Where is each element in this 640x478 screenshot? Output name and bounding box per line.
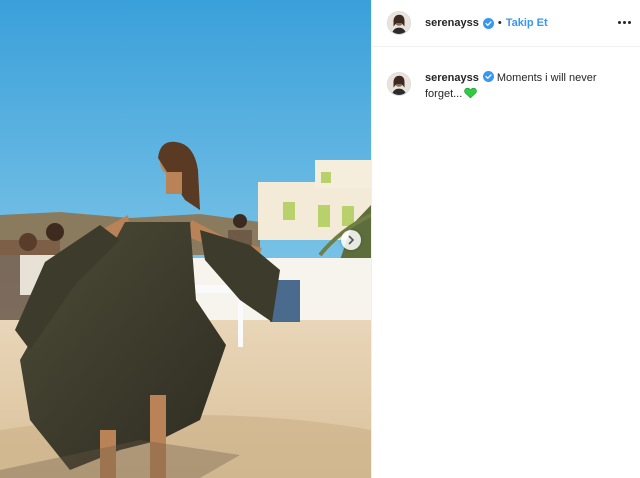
post-side-panel: serenayss • Takip Et serenayss Moments i… [371, 0, 640, 478]
profile-photo-icon [388, 12, 410, 34]
post-photo[interactable] [0, 0, 371, 478]
verified-badge-icon [482, 71, 494, 82]
caption-comment: serenayss Moments i will never forget... [387, 70, 632, 102]
more-options-icon [617, 20, 621, 24]
post-header: serenayss • Takip Et [372, 0, 640, 47]
header-username[interactable]: serenayss [425, 17, 479, 29]
verified-badge-icon [482, 17, 494, 29]
caption-username[interactable]: serenayss [425, 72, 479, 84]
post-image [0, 0, 371, 478]
caption-avatar[interactable] [387, 72, 411, 96]
chevron-right-icon [348, 235, 355, 245]
carousel-next-button[interactable] [341, 230, 361, 250]
avatar[interactable] [387, 11, 411, 35]
green-heart-icon [464, 87, 478, 99]
profile-photo-icon [388, 73, 410, 95]
header-separator: • [497, 17, 502, 29]
follow-button[interactable]: Takip Et [506, 17, 548, 29]
caption-text-block: serenayss Moments i will never forget... [425, 70, 632, 102]
more-options-button[interactable] [615, 14, 633, 30]
